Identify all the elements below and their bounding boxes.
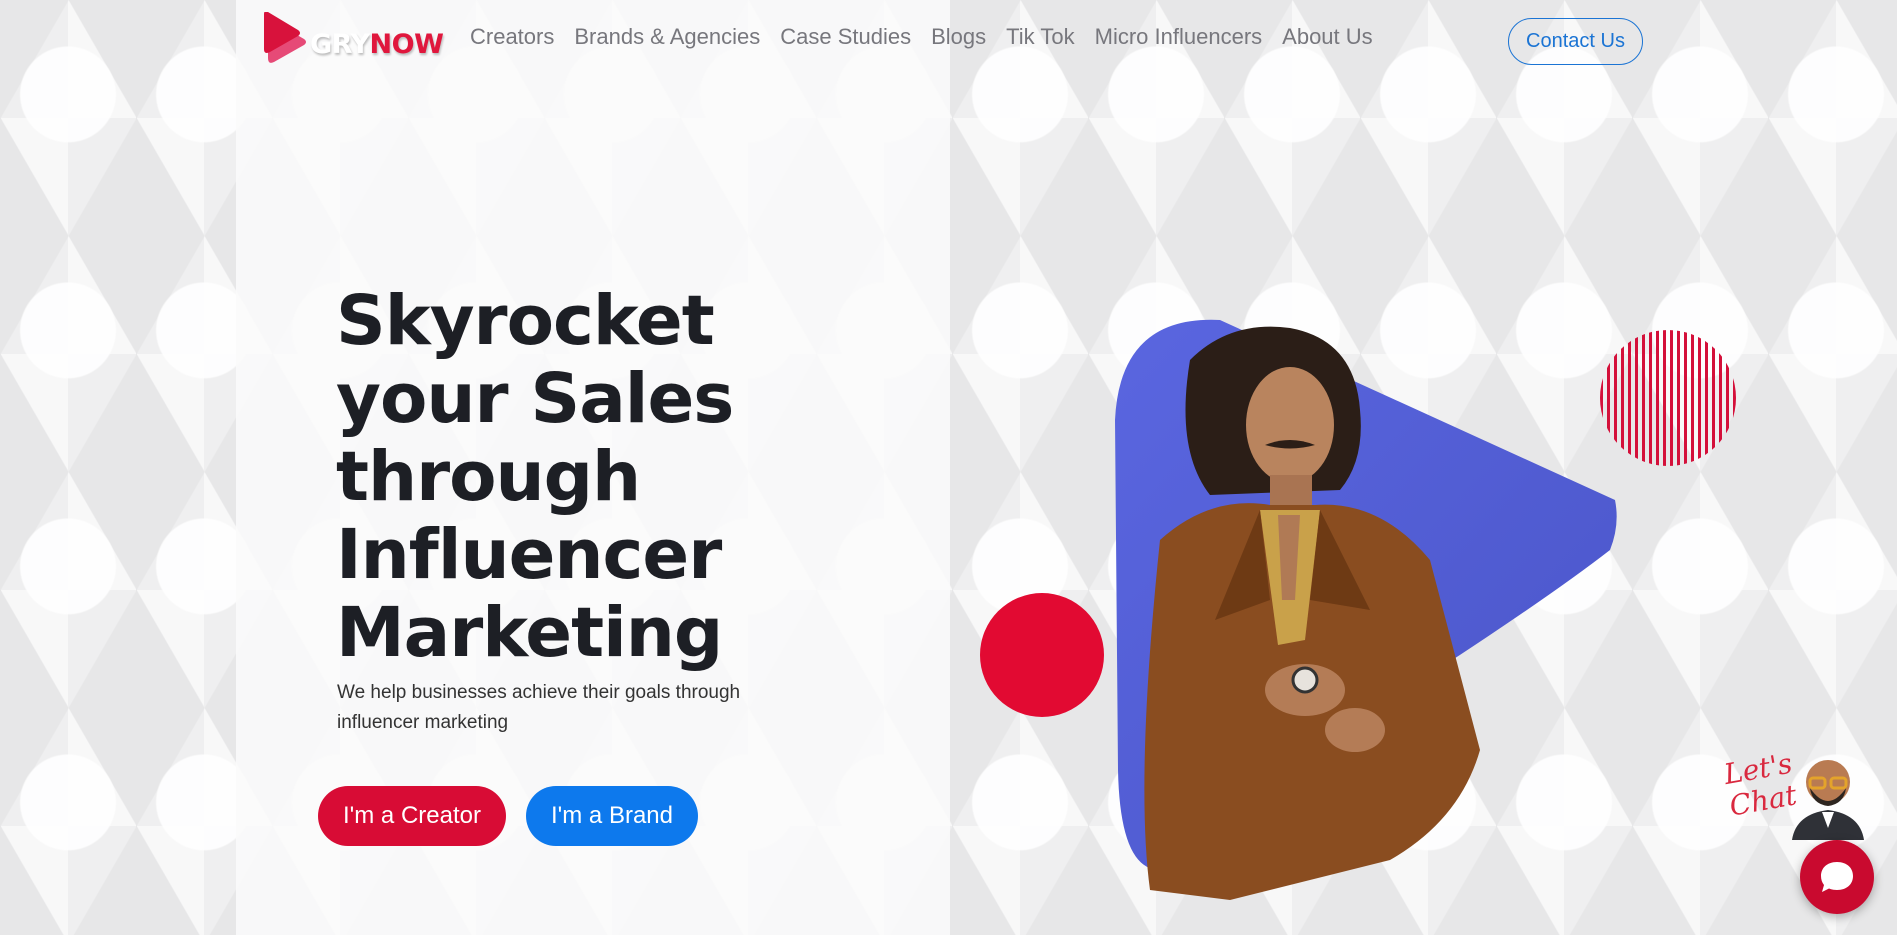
play-logo-icon (264, 12, 306, 63)
chat-bubble-icon (1821, 862, 1853, 892)
logo-text-now: NOW (369, 28, 444, 60)
nav-about-us[interactable]: About Us (1282, 24, 1373, 50)
main-nav: Creators Brands & Agencies Case Studies … (470, 24, 1393, 50)
hero-title: Skyrocket your Sales through Influencer … (336, 281, 734, 673)
grynow-logo[interactable]: GRYNOW (262, 12, 448, 68)
chat-launcher-button[interactable] (1800, 840, 1874, 914)
site-header: GRYNOW Creators Brands & Agencies Case S… (0, 0, 1897, 82)
hero-influencer-image (1115, 319, 1617, 900)
contact-us-button[interactable]: Contact Us (1508, 18, 1643, 65)
nav-creators[interactable]: Creators (470, 24, 554, 50)
nav-case-studies[interactable]: Case Studies (780, 24, 911, 50)
hero-subtitle: We help businesses achieve their goals t… (337, 682, 741, 733)
nav-micro-influencers[interactable]: Micro Influencers (1095, 24, 1263, 50)
chat-agent-avatar (1792, 760, 1864, 840)
nav-blogs[interactable]: Blogs (931, 24, 986, 50)
logo-wordmark: GRYNOW (310, 28, 444, 60)
nav-brands-agencies[interactable]: Brands & Agencies (574, 24, 760, 50)
nav-tiktok[interactable]: Tik Tok (1006, 24, 1074, 50)
logo-text-gry: GRY (310, 28, 370, 60)
im-a-brand-button[interactable]: I'm a Brand (526, 786, 698, 846)
im-a-creator-button[interactable]: I'm a Creator (318, 786, 506, 846)
